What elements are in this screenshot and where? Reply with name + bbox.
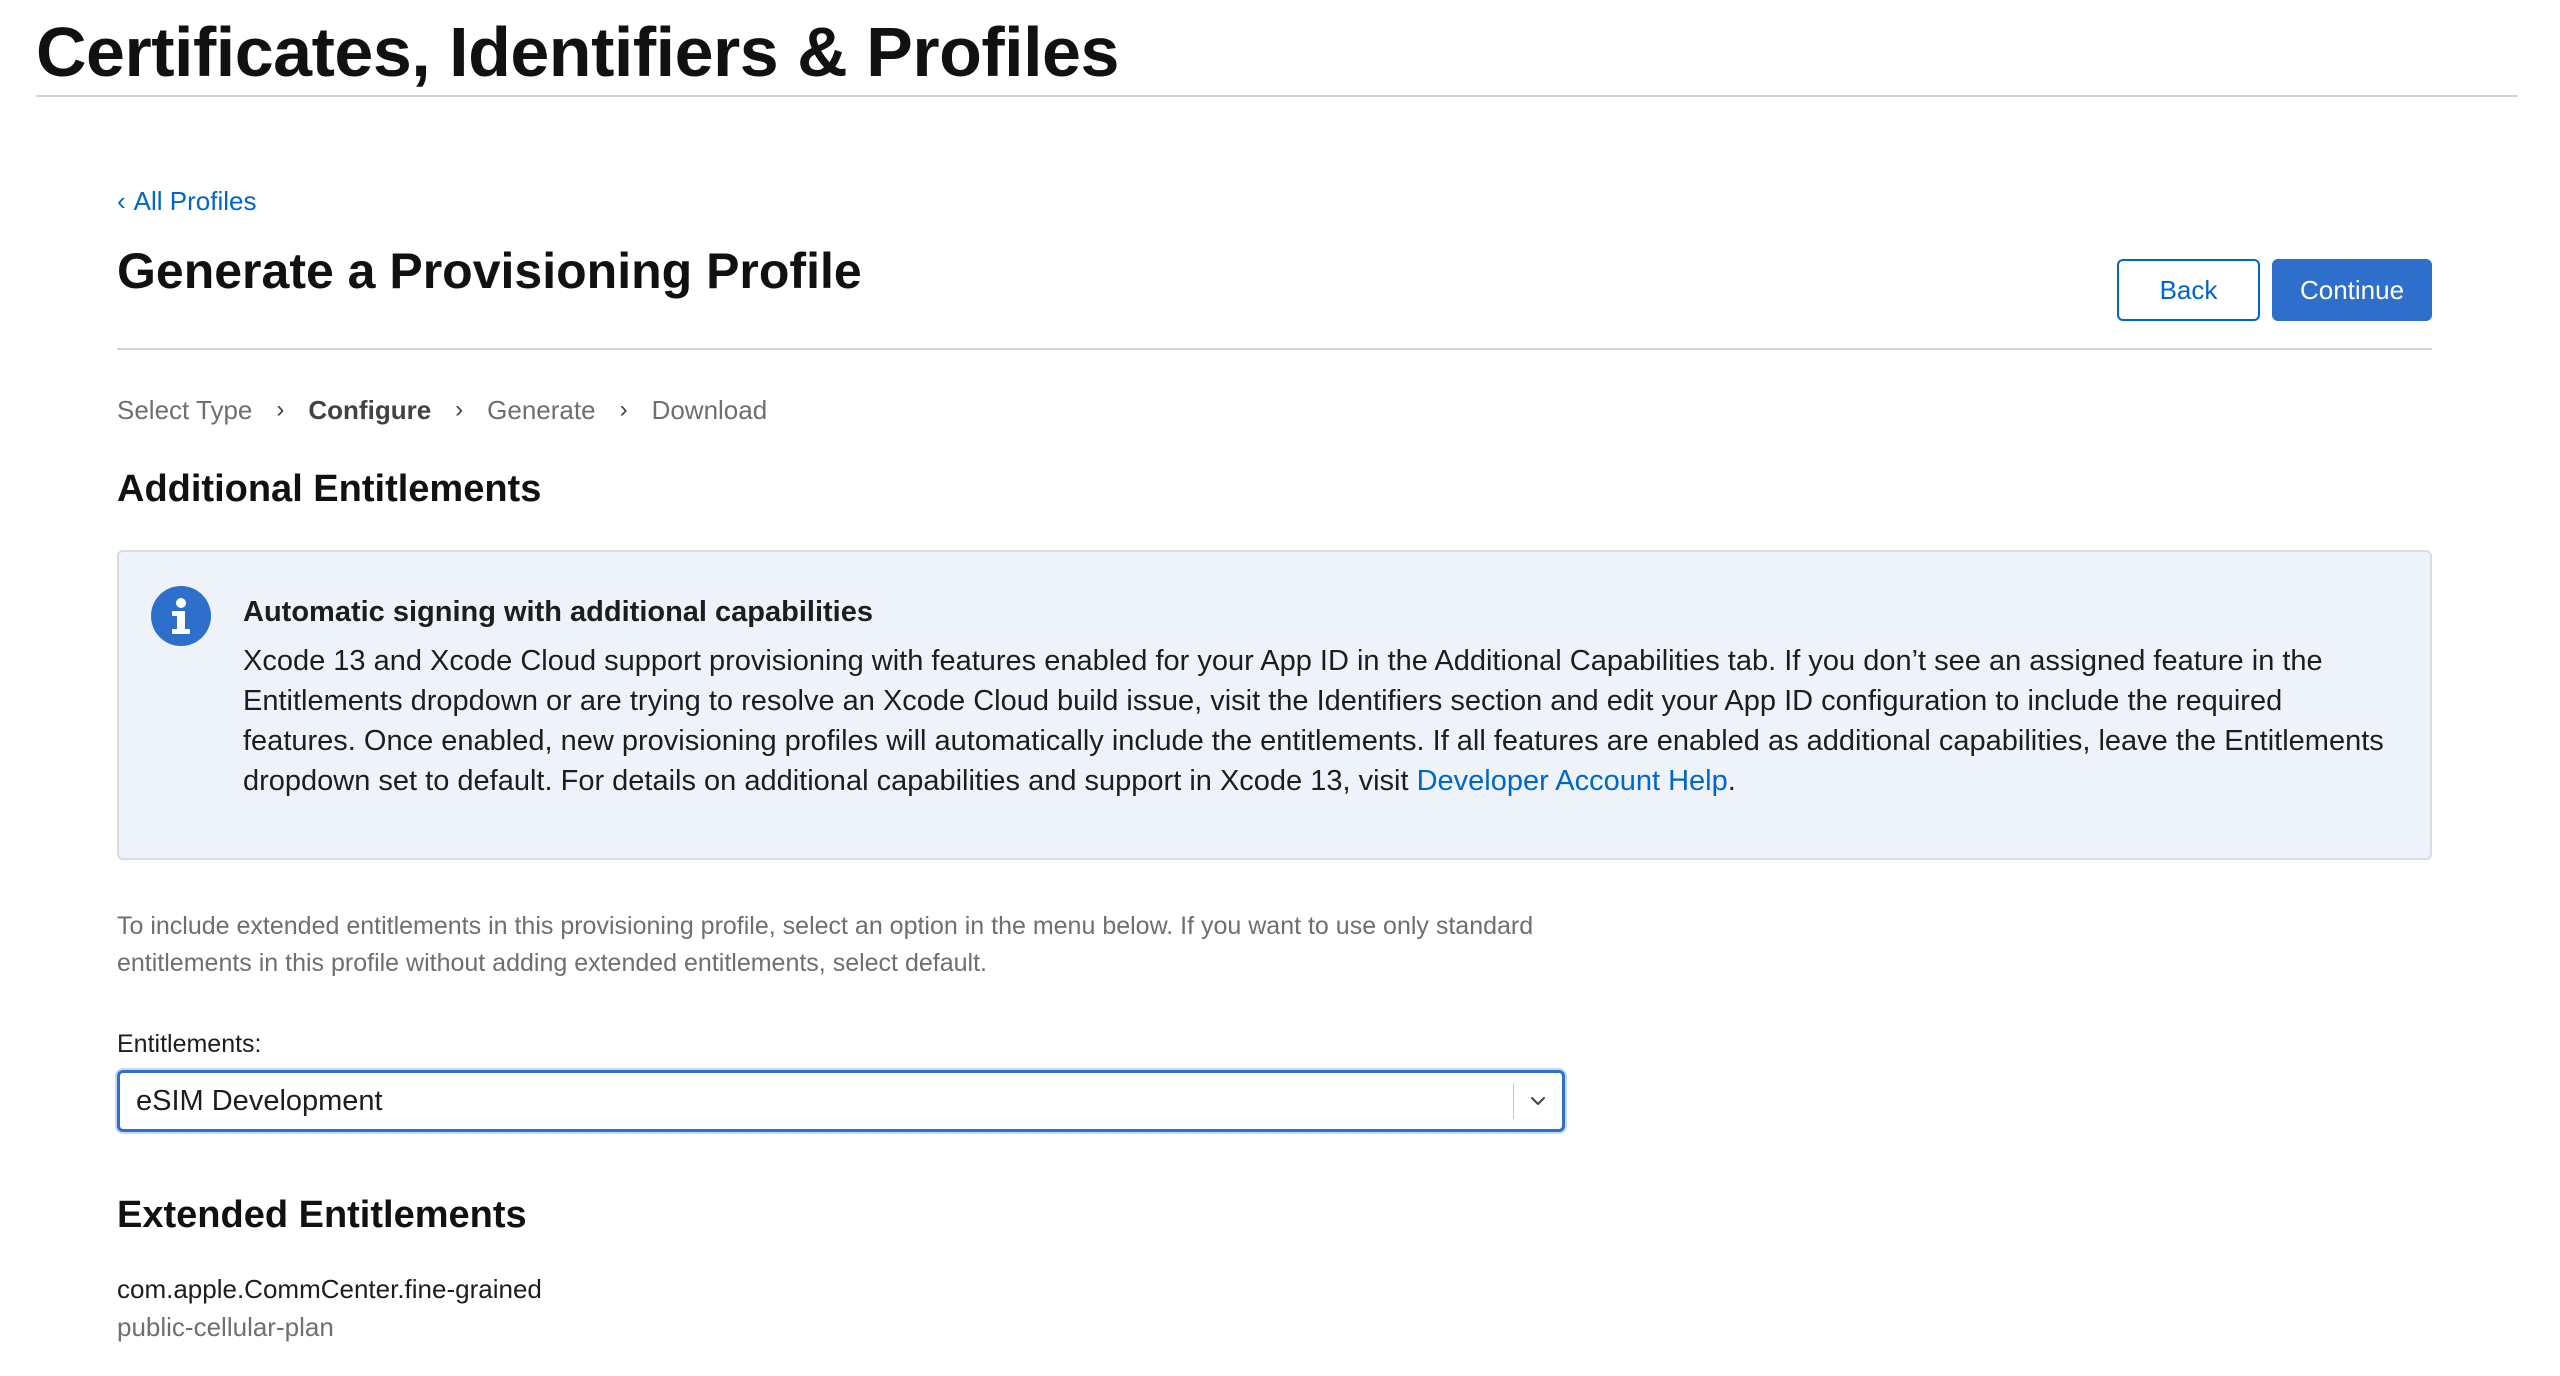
page-header: Certificates, Identifiers & Profiles — [36, 0, 2518, 97]
title-row: Generate a Provisioning Profile Back Con… — [117, 240, 2432, 350]
info-text: Automatic signing with additional capabi… — [243, 596, 2393, 801]
all-profiles-link[interactable]: ‹ All Profiles — [117, 186, 257, 217]
chevron-right-icon: › — [455, 396, 464, 423]
additional-entitlements-heading: Additional Entitlements — [117, 468, 542, 510]
extended-entitlements-heading: Extended Entitlements — [117, 1194, 527, 1236]
chevron-right-icon: › — [619, 396, 628, 423]
info-icon — [151, 586, 211, 646]
chevron-left-icon: ‹ — [117, 186, 126, 216]
entitlements-description: To include extended entitlements in this… — [117, 912, 1534, 977]
back-button[interactable]: Back — [2117, 259, 2260, 321]
chevron-right-icon: › — [276, 396, 285, 423]
page-title: Generate a Provisioning Profile — [117, 243, 862, 299]
step-select-type: Select Type — [117, 394, 253, 425]
chevron-down-icon — [1531, 1097, 1545, 1105]
info-title: Automatic signing with additional capabi… — [243, 596, 873, 628]
entitlements-label: Entitlements: — [117, 1030, 262, 1058]
step-configure: Configure — [308, 394, 432, 425]
continue-button[interactable]: Continue — [2272, 259, 2432, 321]
step-download: Download — [651, 394, 768, 425]
step-breadcrumb: Select Type › Configure › Generate › Dow… — [117, 390, 767, 430]
step-generate: Generate — [487, 394, 596, 425]
select-divider — [1513, 1083, 1514, 1119]
extended-entitlement-name: com.apple.CommCenter.fine-grained — [117, 1274, 542, 1304]
page-header-title: Certificates, Identifiers & Profiles — [36, 13, 1119, 91]
info-box: Automatic signing with additional capabi… — [117, 550, 2432, 860]
developer-account-help-link[interactable]: Developer Account Help — [1417, 765, 1728, 797]
entitlements-selected-value: eSIM Development — [136, 1085, 383, 1117]
info-body-text: Xcode 13 and Xcode Cloud support provisi… — [243, 645, 2384, 797]
all-profiles-label: All Profiles — [133, 186, 257, 216]
entitlements-select[interactable]: eSIM Development — [117, 1070, 1565, 1132]
extended-entitlement-value: public-cellular-plan — [117, 1312, 334, 1342]
info-body-suffix: . — [1727, 765, 1736, 797]
info-body: Xcode 13 and Xcode Cloud support provisi… — [243, 641, 2393, 801]
extended-entitlements-list: com.apple.CommCenter.fine-grained public… — [117, 1270, 542, 1346]
